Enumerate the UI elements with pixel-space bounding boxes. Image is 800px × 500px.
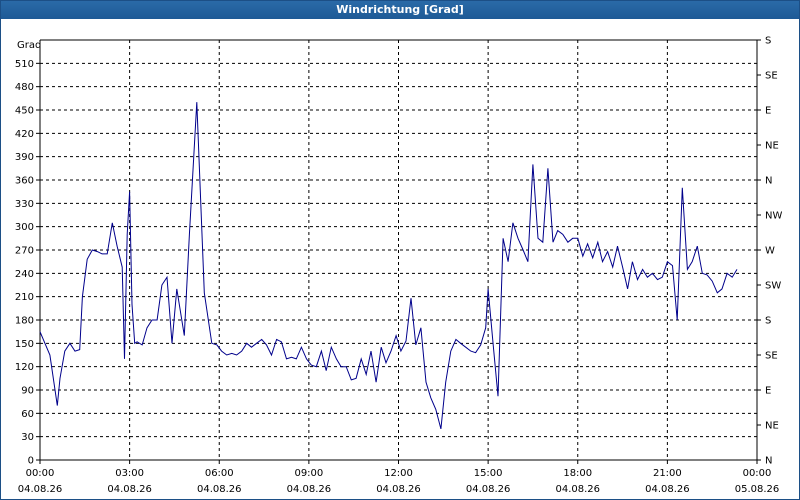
y2-tick-label: NE — [765, 141, 779, 152]
y-axis-label: Grad — [17, 40, 41, 51]
y-tick-label: 360 — [15, 176, 34, 187]
y-tick-label: 240 — [15, 269, 34, 280]
y2-tick-label: N — [765, 176, 772, 187]
x-tick-time: 00:00 — [26, 468, 55, 479]
y-tick-label: 450 — [15, 106, 34, 117]
x-tick-time: 21:00 — [653, 468, 682, 479]
y2-tick-label: SW — [765, 281, 781, 292]
x-tick-time: 03:00 — [115, 468, 144, 479]
x-axis-ticks: 00:00 04.08.26 03:00 04.08.26 06:00 04.08.26 0… — [18, 460, 780, 495]
x-tick-time: 15:00 — [474, 468, 503, 479]
y2-tick-label: NW — [765, 211, 782, 222]
y2-tick-label: E — [765, 386, 771, 397]
y-tick-label: 510 — [15, 59, 34, 70]
y-tick-label: 480 — [15, 82, 34, 93]
x-tick-date: 04.08.26 — [197, 484, 242, 495]
x-tick-date: 04.08.26 — [645, 484, 690, 495]
x-tick-date: 04.08.26 — [18, 484, 63, 495]
x-tick-date: 04.08.26 — [376, 484, 421, 495]
y-tick-label: 120 — [15, 362, 34, 373]
wind-direction-chart: 0 30 60 90 120 150 180 210 240 270 300 330 360 390 420… — [15, 36, 783, 496]
series-line — [39, 102, 738, 430]
y2-tick-label: SE — [765, 71, 778, 82]
y-tick-label: 330 — [15, 199, 34, 210]
y-tick-label: 390 — [15, 152, 34, 163]
x-tick-date: 04.08.26 — [555, 484, 600, 495]
y-tick-label: 180 — [15, 316, 34, 327]
y-tick-label: 90 — [21, 386, 34, 397]
x-tick-date: 04.08.26 — [466, 484, 511, 495]
y-axis-right-ticks: N NE E SE S SW W NW N NE E SE S — [757, 36, 782, 467]
y-tick-label: 150 — [15, 339, 34, 350]
x-tick-time: 09:00 — [294, 468, 323, 479]
y-tick-label: 60 — [21, 409, 34, 420]
y2-tick-label: S — [765, 36, 771, 47]
x-tick-time: 06:00 — [205, 468, 234, 479]
y-tick-label: 210 — [15, 292, 34, 303]
y-tick-label: 30 — [21, 432, 34, 443]
y-axis-left-ticks: 0 30 60 90 120 150 180 210 240 270 300 330 360 390 420… — [15, 59, 40, 467]
y2-tick-label: NE — [765, 421, 779, 432]
y2-tick-label: E — [765, 106, 771, 117]
y-tick-label: 0 — [28, 456, 34, 467]
y-tick-label: 420 — [15, 129, 34, 140]
y-tick-label: 300 — [15, 222, 34, 233]
x-tick-date: 04.08.26 — [107, 484, 152, 495]
grid — [40, 40, 757, 460]
y2-tick-label: SE — [765, 351, 778, 362]
y2-tick-label: N — [765, 456, 772, 467]
x-tick-date: 04.08.26 — [287, 484, 332, 495]
y-tick-label: 270 — [15, 246, 34, 257]
x-tick-time: 12:00 — [384, 468, 413, 479]
x-tick-time: 18:00 — [563, 468, 592, 479]
y2-tick-label: W — [765, 246, 775, 257]
x-tick-date: 05.08.26 — [735, 484, 780, 495]
series-group — [39, 102, 738, 430]
y2-tick-label: S — [765, 316, 771, 327]
x-tick-time: 00:00 — [743, 468, 772, 479]
